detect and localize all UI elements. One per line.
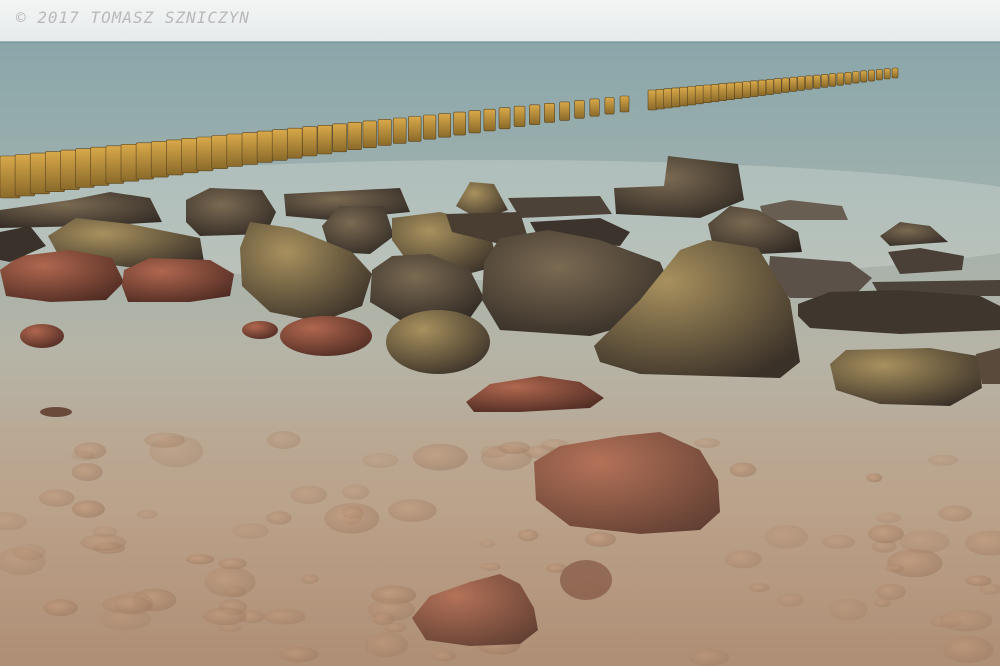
groyne-post <box>256 130 273 163</box>
groyne-post <box>868 69 876 82</box>
groyne-post <box>332 123 348 153</box>
groyne-post <box>286 127 303 159</box>
groyne-post <box>742 81 751 98</box>
groyne-post <box>438 113 451 138</box>
horizon <box>0 41 1000 43</box>
rock <box>242 321 278 339</box>
groyne-post <box>694 85 704 105</box>
groyne-post <box>468 110 481 134</box>
groyne-post <box>407 116 422 142</box>
water-sheen <box>0 420 1000 666</box>
groyne-post <box>181 138 199 174</box>
groyne-post <box>828 73 837 87</box>
groyne-post <box>891 67 899 79</box>
groyne-post <box>836 72 844 86</box>
rock <box>122 258 234 302</box>
groyne-post <box>377 119 392 146</box>
groyne-post <box>166 139 184 176</box>
groyne-post <box>757 79 767 96</box>
groyne-post <box>241 132 258 165</box>
groyne-post <box>852 71 860 84</box>
groyne-post <box>844 72 852 85</box>
groyne-post <box>574 100 585 119</box>
groyne-post <box>679 86 689 107</box>
groyne-post <box>196 136 214 172</box>
groyne-post <box>604 97 615 115</box>
rock <box>798 290 1000 334</box>
groyne-post <box>687 86 697 106</box>
groyne-post <box>710 84 720 103</box>
groyne-post <box>544 103 556 123</box>
groyne-post <box>860 70 868 83</box>
groyne-post <box>528 104 541 125</box>
groyne-post <box>317 125 333 155</box>
groyne-post <box>702 84 712 104</box>
groyne-post <box>513 105 526 127</box>
groyne-post <box>302 126 318 157</box>
groyne-post <box>498 107 511 130</box>
groyne-post <box>805 75 813 90</box>
groyne-post <box>362 120 377 149</box>
groyne-post <box>619 95 630 113</box>
groyne-post <box>150 141 169 178</box>
groyne-post <box>423 114 437 140</box>
groyne-post <box>271 129 288 161</box>
groyne-post <box>765 79 774 95</box>
rock <box>386 310 490 374</box>
rock <box>20 324 64 348</box>
groyne-post <box>211 135 229 169</box>
groyne-post <box>671 87 681 108</box>
groyne-post <box>663 88 673 109</box>
groyne-post <box>875 69 883 81</box>
groyne-post <box>781 77 790 93</box>
groyne-post <box>226 133 244 167</box>
groyne-post <box>812 74 821 89</box>
groyne-post <box>392 117 407 144</box>
groyne-post <box>820 74 829 88</box>
groyne-post <box>883 68 891 80</box>
groyne-post <box>347 122 362 151</box>
rock <box>280 316 372 356</box>
groyne-post <box>734 81 743 99</box>
groyne-post <box>559 101 570 121</box>
groyne-post <box>453 111 467 136</box>
copyright-watermark: © 2017 TOMASZ SZNICZYN <box>16 8 250 27</box>
groyne-post <box>797 76 805 91</box>
groyne-post <box>718 83 728 101</box>
groyne-post <box>726 82 736 101</box>
groyne-post <box>589 98 600 117</box>
groyne-post <box>789 76 798 92</box>
groyne-post <box>773 78 782 94</box>
groyne-post <box>483 108 496 132</box>
rock <box>40 407 72 417</box>
seascape-photo <box>0 0 1000 666</box>
groyne-post <box>749 80 759 97</box>
